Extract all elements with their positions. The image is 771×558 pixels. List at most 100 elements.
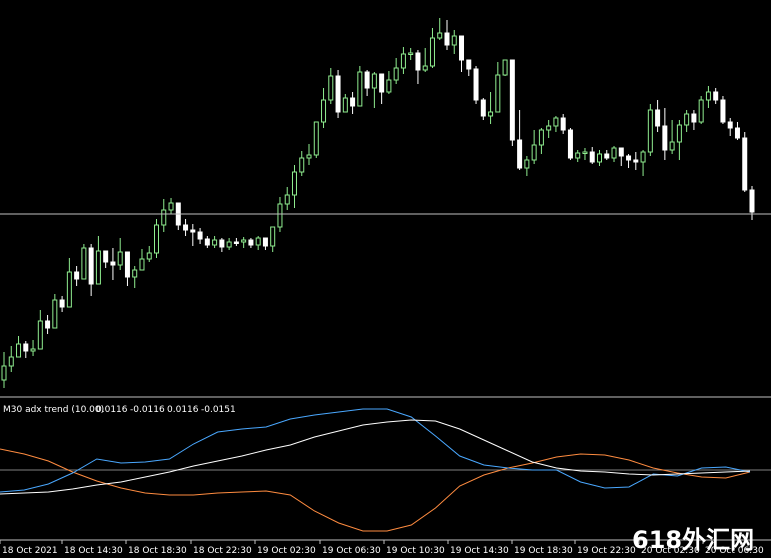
indicator-blue-line — [0, 408, 751, 493]
candle-body — [103, 250, 109, 263]
candle-body — [488, 111, 494, 117]
candle-body — [473, 68, 479, 101]
indicator-value-2: -0.0116 — [130, 405, 165, 415]
candle-body — [37, 320, 43, 350]
candle-body — [161, 209, 167, 226]
candle-body — [1, 365, 7, 381]
candle-body — [582, 151, 588, 154]
candle-body — [23, 343, 29, 352]
candle-body — [146, 252, 152, 260]
candle-body — [183, 224, 189, 231]
candle-body — [684, 113, 690, 126]
candle-body — [560, 117, 566, 131]
candle-body — [248, 239, 254, 246]
candle-body — [713, 91, 719, 101]
candle-body — [422, 65, 428, 71]
candle-body — [45, 320, 51, 329]
time-tick-label: 18 Oct 2021 — [2, 546, 58, 556]
candle-body — [393, 67, 399, 81]
candle-body — [321, 99, 327, 123]
candle-body — [524, 159, 530, 169]
candle-body — [16, 343, 22, 358]
candle-body — [8, 356, 14, 367]
candle-body — [742, 137, 748, 191]
candle-body — [335, 75, 341, 113]
candle-body — [575, 152, 581, 159]
candle-body — [727, 121, 733, 129]
candle-body — [212, 239, 218, 246]
candle-body — [400, 53, 406, 69]
candle-body — [241, 239, 247, 243]
candle-body — [59, 299, 65, 308]
candle-body — [328, 75, 334, 101]
candle-body — [466, 59, 472, 70]
candle-body — [306, 154, 312, 159]
candle-body — [531, 144, 537, 161]
time-tick-label: 19 Oct 10:30 — [386, 546, 445, 556]
candle-body — [647, 109, 653, 153]
candle-body — [633, 159, 639, 163]
candle-body — [705, 91, 711, 101]
candle-body — [124, 251, 130, 278]
candle-body — [611, 147, 617, 159]
candle-body — [74, 271, 80, 280]
candle-body — [30, 348, 36, 352]
candle-body — [596, 153, 602, 163]
candle-body — [299, 157, 305, 173]
candles-series — [1, 18, 755, 388]
candle-body — [502, 59, 508, 76]
candle-body — [546, 125, 552, 131]
candle-body — [284, 194, 290, 205]
candle-body — [676, 124, 682, 143]
candle-body — [277, 203, 283, 228]
candle-body — [95, 250, 101, 285]
candle-body — [691, 113, 697, 123]
candle-body — [190, 229, 196, 233]
time-tick-label: 18 Oct 18:30 — [128, 546, 187, 556]
candle-body — [604, 153, 610, 159]
candle-body — [720, 99, 726, 123]
time-tick-label: 19 Oct 02:30 — [257, 546, 316, 556]
candle-body — [626, 155, 632, 161]
candle-body — [408, 52, 414, 55]
candle-body — [204, 238, 210, 246]
candle-body — [364, 71, 370, 89]
time-tick-label: 18 Oct 22:30 — [193, 546, 252, 556]
indicator-value-3: 0.0116 — [167, 405, 199, 415]
candle-body — [350, 97, 356, 107]
candle-body — [429, 37, 435, 67]
candle-body — [197, 231, 203, 240]
time-tick-label: 19 Oct 06:30 — [322, 546, 381, 556]
candle-body — [517, 139, 523, 169]
time-tick-label: 19 Oct 14:30 — [450, 546, 509, 556]
price-chart: M30 adx trend (10.00) 0.0116 -0.0116 0.0… — [0, 18, 771, 556]
candle-body — [379, 73, 385, 93]
candle-body — [509, 59, 515, 141]
candle-body — [291, 171, 297, 196]
candle-body — [233, 241, 239, 244]
candle-body — [662, 125, 668, 151]
candle-body — [386, 79, 392, 93]
candle-body — [640, 151, 646, 163]
candle-body — [495, 74, 501, 113]
candle-body — [444, 32, 450, 46]
time-tick-label: 19 Oct 18:30 — [514, 546, 573, 556]
candle-body — [459, 35, 465, 61]
candle-body — [219, 239, 225, 248]
candle-body — [139, 258, 145, 271]
candle-body — [371, 73, 377, 89]
candle-body — [270, 226, 276, 247]
candle-body — [154, 224, 160, 254]
indicator-title: M30 adx trend (10.00) — [3, 405, 104, 415]
candle-body — [66, 271, 72, 308]
candle-body — [88, 247, 94, 285]
candle-body — [81, 247, 87, 280]
candle-body — [168, 202, 174, 211]
candle-body — [734, 127, 740, 139]
candle-body — [553, 117, 559, 127]
candle-body — [342, 97, 348, 113]
candle-body — [117, 251, 123, 266]
candle-body — [538, 129, 544, 146]
candle-body — [255, 237, 261, 246]
time-tick-label: 19 Oct 22:30 — [577, 546, 636, 556]
